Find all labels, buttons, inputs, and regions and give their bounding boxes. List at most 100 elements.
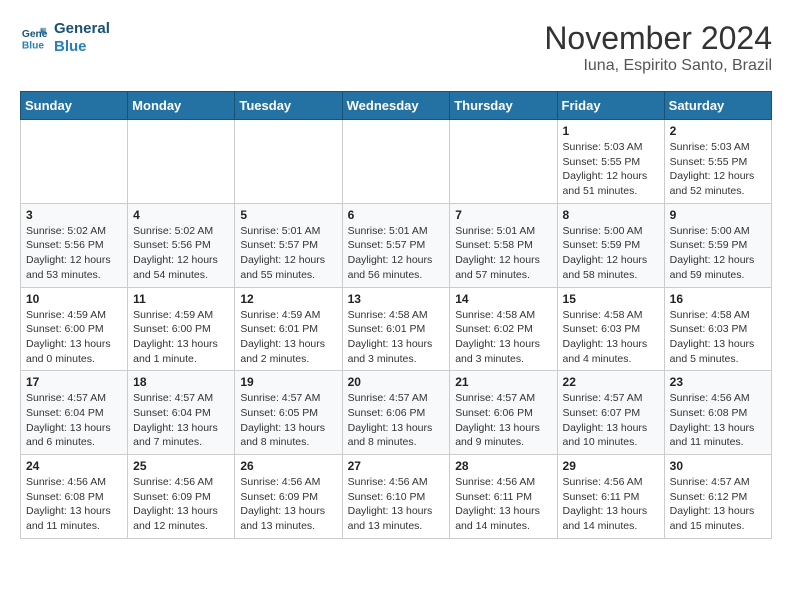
calendar-cell: 22 Sunrise: 4:57 AM Sunset: 6:07 PM Dayli… — [557, 371, 664, 455]
day-info: Sunrise: 5:03 AM Sunset: 5:55 PM Dayligh… — [670, 140, 766, 199]
day-info: Sunrise: 5:00 AM Sunset: 5:59 PM Dayligh… — [563, 224, 659, 283]
weekday-header-tuesday: Tuesday — [235, 92, 342, 120]
day-number: 15 — [563, 292, 659, 306]
calendar-cell: 24 Sunrise: 4:56 AM Sunset: 6:08 PM Dayli… — [21, 455, 128, 539]
day-number: 4 — [133, 208, 229, 222]
calendar-week-row: 17 Sunrise: 4:57 AM Sunset: 6:04 PM Dayli… — [21, 371, 772, 455]
day-number: 17 — [26, 375, 122, 389]
day-number: 29 — [563, 459, 659, 473]
calendar-cell: 29 Sunrise: 4:56 AM Sunset: 6:11 PM Dayli… — [557, 455, 664, 539]
calendar-cell: 27 Sunrise: 4:56 AM Sunset: 6:10 PM Dayli… — [342, 455, 450, 539]
calendar-cell: 10Sunrise: 4:59 AM Sunset: 6:00 PM Dayli… — [21, 287, 128, 371]
day-number: 10 — [26, 292, 122, 306]
calendar-cell: 20Sunrise: 4:57 AM Sunset: 6:06 PM Dayli… — [342, 371, 450, 455]
day-number: 16 — [670, 292, 766, 306]
day-info: Sunrise: 4:58 AM Sunset: 6:01 PM Dayligh… — [348, 308, 445, 367]
day-info: Sunrise: 4:56 AM Sunset: 6:11 PM Dayligh… — [563, 475, 659, 534]
calendar-cell: 18 Sunrise: 4:57 AM Sunset: 6:04 PM Dayli… — [128, 371, 235, 455]
day-info: Sunrise: 4:57 AM Sunset: 6:04 PM Dayligh… — [133, 391, 229, 450]
day-number: 6 — [348, 208, 445, 222]
day-number: 21 — [455, 375, 551, 389]
day-info: Sunrise: 4:57 AM Sunset: 6:05 PM Dayligh… — [240, 391, 336, 450]
calendar-cell: 19 Sunrise: 4:57 AM Sunset: 6:05 PM Dayli… — [235, 371, 342, 455]
calendar-cell: 15 Sunrise: 4:58 AM Sunset: 6:03 PM Dayli… — [557, 287, 664, 371]
day-number: 1 — [563, 124, 659, 138]
calendar-cell: 21Sunrise: 4:57 AM Sunset: 6:06 PM Dayli… — [450, 371, 557, 455]
logo-general: General — [54, 20, 110, 38]
day-number: 12 — [240, 292, 336, 306]
calendar-cell: 6 Sunrise: 5:01 AM Sunset: 5:57 PM Daylig… — [342, 203, 450, 287]
day-number: 19 — [240, 375, 336, 389]
calendar-cell: 11 Sunrise: 4:59 AM Sunset: 6:00 PM Dayli… — [128, 287, 235, 371]
calendar-cell: 13 Sunrise: 4:58 AM Sunset: 6:01 PM Dayli… — [342, 287, 450, 371]
day-info: Sunrise: 5:01 AM Sunset: 5:57 PM Dayligh… — [348, 224, 445, 283]
calendar-cell — [342, 120, 450, 204]
calendar-cell — [235, 120, 342, 204]
calendar-week-row: 1 Sunrise: 5:03 AM Sunset: 5:55 PM Daylig… — [21, 120, 772, 204]
logo-icon: General Blue — [20, 24, 48, 52]
calendar-cell: 1 Sunrise: 5:03 AM Sunset: 5:55 PM Daylig… — [557, 120, 664, 204]
calendar-cell: 16Sunrise: 4:58 AM Sunset: 6:03 PM Dayli… — [664, 287, 771, 371]
calendar-week-row: 24 Sunrise: 4:56 AM Sunset: 6:08 PM Dayli… — [21, 455, 772, 539]
day-info: Sunrise: 5:01 AM Sunset: 5:58 PM Dayligh… — [455, 224, 551, 283]
day-info: Sunrise: 4:57 AM Sunset: 6:04 PM Dayligh… — [26, 391, 122, 450]
calendar-week-row: 10 Sunrise: 4:59 AM Sunset: 6:00 PM Dayli… — [21, 287, 772, 371]
calendar-cell: 7 Sunrise: 5:01 AM Sunset: 5:58 PM Daylig… — [450, 203, 557, 287]
weekday-header-wednesday: Wednesday — [342, 92, 450, 120]
day-number: 30 — [670, 459, 766, 473]
weekday-header-monday: Monday — [128, 92, 235, 120]
day-info: Sunrise: 4:59 AM Sunset: 6:01 PM Dayligh… — [240, 308, 336, 367]
day-info: Sunrise: 4:59 AM Sunset: 6:00 PM Dayligh… — [133, 308, 229, 367]
calendar-cell — [450, 120, 557, 204]
day-info: Sunrise: 4:57 AM Sunset: 6:12 PM Dayligh… — [670, 475, 766, 534]
day-info: Sunrise: 4:56 AM Sunset: 6:09 PM Dayligh… — [133, 475, 229, 534]
day-info: Sunrise: 4:58 AM Sunset: 6:02 PM Dayligh… — [455, 308, 551, 367]
day-info: Sunrise: 5:00 AM Sunset: 5:59 PM Dayligh… — [670, 224, 766, 283]
month-title: November 2024 — [544, 20, 772, 57]
calendar-cell — [128, 120, 235, 204]
day-info: Sunrise: 4:56 AM Sunset: 6:10 PM Dayligh… — [348, 475, 445, 534]
calendar-cell: 23Sunrise: 4:56 AM Sunset: 6:08 PM Dayli… — [664, 371, 771, 455]
location-title: Iuna, Espirito Santo, Brazil — [544, 57, 772, 75]
day-info: Sunrise: 5:03 AM Sunset: 5:55 PM Dayligh… — [563, 140, 659, 199]
calendar-cell: 2 Sunrise: 5:03 AM Sunset: 5:55 PM Daylig… — [664, 120, 771, 204]
day-number: 7 — [455, 208, 551, 222]
day-number: 13 — [348, 292, 445, 306]
day-info: Sunrise: 4:57 AM Sunset: 6:06 PM Dayligh… — [348, 391, 445, 450]
day-number: 14 — [455, 292, 551, 306]
day-number: 3 — [26, 208, 122, 222]
calendar-cell: 9Sunrise: 5:00 AM Sunset: 5:59 PM Daylig… — [664, 203, 771, 287]
calendar-cell: 30 Sunrise: 4:57 AM Sunset: 6:12 PM Dayli… — [664, 455, 771, 539]
day-number: 18 — [133, 375, 229, 389]
day-number: 23 — [670, 375, 766, 389]
calendar-table: SundayMondayTuesdayWednesdayThursdayFrid… — [20, 91, 772, 539]
day-info: Sunrise: 4:56 AM Sunset: 6:08 PM Dayligh… — [26, 475, 122, 534]
logo-blue: Blue — [54, 38, 110, 56]
calendar-cell: 26Sunrise: 4:56 AM Sunset: 6:09 PM Dayli… — [235, 455, 342, 539]
day-number: 11 — [133, 292, 229, 306]
day-info: Sunrise: 4:58 AM Sunset: 6:03 PM Dayligh… — [563, 308, 659, 367]
svg-text:Blue: Blue — [22, 40, 45, 51]
weekday-header-row: SundayMondayTuesdayWednesdayThursdayFrid… — [21, 92, 772, 120]
calendar-cell: 8Sunrise: 5:00 AM Sunset: 5:59 PM Daylig… — [557, 203, 664, 287]
title-section: November 2024 Iuna, Espirito Santo, Braz… — [544, 20, 772, 75]
day-number: 24 — [26, 459, 122, 473]
calendar-cell: 14 Sunrise: 4:58 AM Sunset: 6:02 PM Dayli… — [450, 287, 557, 371]
logo: General Blue General Blue — [20, 20, 110, 56]
day-info: Sunrise: 4:56 AM Sunset: 6:09 PM Dayligh… — [240, 475, 336, 534]
day-number: 2 — [670, 124, 766, 138]
day-number: 22 — [563, 375, 659, 389]
weekday-header-friday: Friday — [557, 92, 664, 120]
calendar-cell: 12 Sunrise: 4:59 AM Sunset: 6:01 PM Dayli… — [235, 287, 342, 371]
calendar-cell: 4Sunrise: 5:02 AM Sunset: 5:56 PM Daylig… — [128, 203, 235, 287]
weekday-header-thursday: Thursday — [450, 92, 557, 120]
calendar-week-row: 3Sunrise: 5:02 AM Sunset: 5:56 PM Daylig… — [21, 203, 772, 287]
calendar-cell — [21, 120, 128, 204]
calendar-cell: 17 Sunrise: 4:57 AM Sunset: 6:04 PM Dayli… — [21, 371, 128, 455]
day-number: 5 — [240, 208, 336, 222]
day-info: Sunrise: 4:57 AM Sunset: 6:07 PM Dayligh… — [563, 391, 659, 450]
day-number: 25 — [133, 459, 229, 473]
day-number: 27 — [348, 459, 445, 473]
weekday-header-saturday: Saturday — [664, 92, 771, 120]
weekday-header-sunday: Sunday — [21, 92, 128, 120]
